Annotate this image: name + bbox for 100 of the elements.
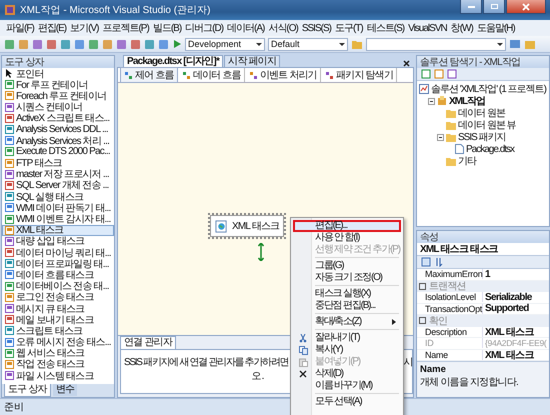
menu-item[interactable]: 도움말(H): [474, 21, 517, 35]
close-button[interactable]: [506, 0, 546, 14]
menu-item[interactable]: 서식(O): [266, 21, 300, 35]
configuration-dropdown[interactable]: Development: [185, 38, 265, 50]
sort-icon[interactable]: [434, 257, 444, 267]
expander-icon[interactable]: [437, 134, 444, 140]
property-value[interactable]: Serializable: [483, 292, 532, 303]
tree-item[interactable]: 솔루션 'XML작업' (1 프로젝트): [431, 82, 546, 96]
toolbox-item[interactable]: 오류 메시지 전송 태스...: [2, 336, 114, 348]
toolbox-item[interactable]: 파일 시스템 태스크: [2, 370, 114, 382]
toolbar-icon[interactable]: [116, 38, 127, 50]
toolbox-item[interactable]: Analysis Services 처리 ...: [2, 135, 114, 146]
toolbox-item[interactable]: 데이터베이스 전송 태...: [2, 280, 114, 292]
menu-item[interactable]: 보기(V): [68, 21, 100, 35]
toolbar-icon[interactable]: [88, 38, 99, 50]
menu-item[interactable]: 삭제(D): [293, 368, 401, 380]
menu-item[interactable]: 테스트(S): [364, 21, 406, 35]
toolbox-item[interactable]: WMI 이벤트 감시자 태...: [2, 213, 114, 225]
toolbox-item[interactable]: 웹 서비스 태스크: [2, 348, 114, 359]
property-value[interactable]: 1: [483, 268, 490, 280]
minimize-button[interactable]: [460, 0, 482, 14]
menu-item[interactable]: 태스크 실행(X): [293, 288, 401, 300]
property-value[interactable]: XML 태스크: [483, 348, 534, 362]
designer-tab[interactable]: 데이터 흐름: [178, 68, 245, 82]
property-value[interactable]: Supported: [483, 303, 529, 314]
menu-item[interactable]: SSIS(S): [300, 22, 333, 34]
menu-item[interactable]: 도구(T): [332, 21, 365, 35]
tree-item[interactable]: XML작업: [449, 94, 486, 108]
menu-item[interactable]: 빌드(B): [150, 21, 184, 35]
panel-tab[interactable]: 도구 상자: [4, 384, 51, 397]
toolbar-icon[interactable]: [46, 38, 57, 50]
toolbox-item[interactable]: Foreach 루프 컨테이너: [2, 90, 114, 102]
toolbox-item[interactable]: 로그인 전송 태스크: [2, 292, 114, 303]
menu-item[interactable]: 프로젝트(P): [100, 21, 151, 35]
toolbox-item[interactable]: SQL Server 개체 전송 ...: [2, 180, 114, 192]
menu-item[interactable]: VisualSVN: [406, 22, 449, 34]
toolbar-icon[interactable]: [130, 38, 141, 50]
toolbar-icon[interactable]: [32, 38, 43, 50]
menu-item[interactable]: 편집(E): [36, 21, 68, 35]
toolbox-item[interactable]: WMI 데이터 판독기 태...: [2, 202, 114, 214]
toolbox-item[interactable]: Analysis Services DDL ...: [2, 124, 114, 136]
collapse-icon[interactable]: [419, 282, 426, 290]
tree-item[interactable]: 데이터 원본: [458, 106, 505, 120]
menu-item[interactable]: 파일(F): [4, 21, 36, 35]
precedence-arrow[interactable]: [258, 243, 264, 261]
toolbox-item[interactable]: 작업 전송 태스크: [2, 358, 114, 370]
toolbox-item[interactable]: FTP 태스크: [2, 158, 114, 169]
toolbox-item[interactable]: 데이터 프로파일링 태...: [2, 258, 114, 270]
connection-hint[interactable]: SSIS 패키지에 새 연결 관리자를 추가하려면: [124, 355, 288, 369]
toolbox-item[interactable]: XML 태스크: [2, 224, 114, 236]
connection-hint[interactable]: 시: [403, 355, 412, 369]
close-icon[interactable]: [403, 60, 410, 67]
menu-item[interactable]: 데이터(A): [225, 21, 266, 35]
menu-item[interactable]: 모두 선택(A): [293, 396, 401, 408]
toolbox-item[interactable]: 데이터 흐름 태스크: [2, 269, 114, 281]
menu-item[interactable]: 복사(Y): [293, 344, 401, 356]
menu-item[interactable]: 중단점 편집(B)...: [293, 300, 401, 312]
tree-item[interactable]: SSIS 패키지: [458, 130, 506, 144]
categorized-icon[interactable]: [421, 257, 431, 267]
search-dropdown[interactable]: [366, 38, 506, 50]
toolbox-item[interactable]: 대량 삽입 태스크: [2, 236, 114, 247]
toolbar-icon[interactable]: [509, 38, 521, 50]
panel-tab[interactable]: 연결 관리자: [120, 336, 176, 349]
toolbar-icon[interactable]: [158, 38, 169, 50]
toolbox-item[interactable]: 시퀀스 컨테이너: [2, 102, 114, 113]
designer-tab[interactable]: 제어 흐름: [120, 67, 178, 83]
menu-item[interactable]: 디버그(D): [183, 21, 226, 35]
designer-tab[interactable]: 이벤트 처리기: [246, 68, 321, 82]
maximize-button[interactable]: [483, 0, 505, 14]
toolbar-icon[interactable]: [4, 38, 15, 50]
toolbox-item[interactable]: SQL 실행 태스크: [2, 191, 114, 202]
toolbox-item[interactable]: master 저장 프로시저 ...: [2, 168, 114, 180]
toolbox-item[interactable]: ActiveX 스크립트 태스...: [2, 112, 114, 124]
toolbox-item[interactable]: For 루프 컨테이너: [2, 79, 114, 90]
menu-item[interactable]: 확대/축소(Z): [293, 316, 401, 328]
tree-item[interactable]: Package.dtsx: [466, 144, 514, 154]
toolbox-item[interactable]: 데이터 마이닝 쿼리 태...: [2, 247, 114, 258]
expander-icon[interactable]: [428, 98, 435, 104]
toolbar-icon[interactable]: [60, 38, 71, 50]
menu-item[interactable]: 자동 크기 조정(O): [293, 272, 401, 284]
toolbar-icon[interactable]: [144, 38, 155, 50]
menu-item[interactable]: 창(W): [448, 21, 475, 35]
toolbox-item[interactable]: 메일 보내기 태스크: [2, 314, 114, 326]
menu-item[interactable]: 이름 바꾸기(M): [293, 380, 401, 392]
property-value[interactable]: XML 태스크: [483, 324, 534, 339]
folder-icon[interactable]: [351, 38, 363, 50]
menu-item[interactable]: 그룹(G): [293, 260, 401, 272]
menu-item[interactable]: 편집(E)...: [293, 220, 401, 232]
toolbar-icon[interactable]: [74, 38, 85, 50]
tree-item[interactable]: 기타: [458, 154, 476, 168]
menu-item[interactable]: 잘라내기(T): [293, 332, 401, 344]
panel-tab[interactable]: 변수: [52, 384, 78, 396]
toolbox-item[interactable]: 포인터: [2, 68, 114, 80]
toolbox-item[interactable]: Execute DTS 2000 Pac...: [2, 146, 114, 158]
toolbox-item[interactable]: 메시지 큐 태스크: [2, 302, 114, 314]
designer-tab[interactable]: 패키지 탐색기: [322, 68, 398, 82]
document-tab[interactable]: 시작 페이지: [224, 55, 280, 67]
connection-hint[interactable]: 오.: [252, 371, 264, 382]
menu-item[interactable]: 사용 안 함(I): [293, 232, 401, 244]
collapse-icon[interactable]: [419, 317, 426, 324]
